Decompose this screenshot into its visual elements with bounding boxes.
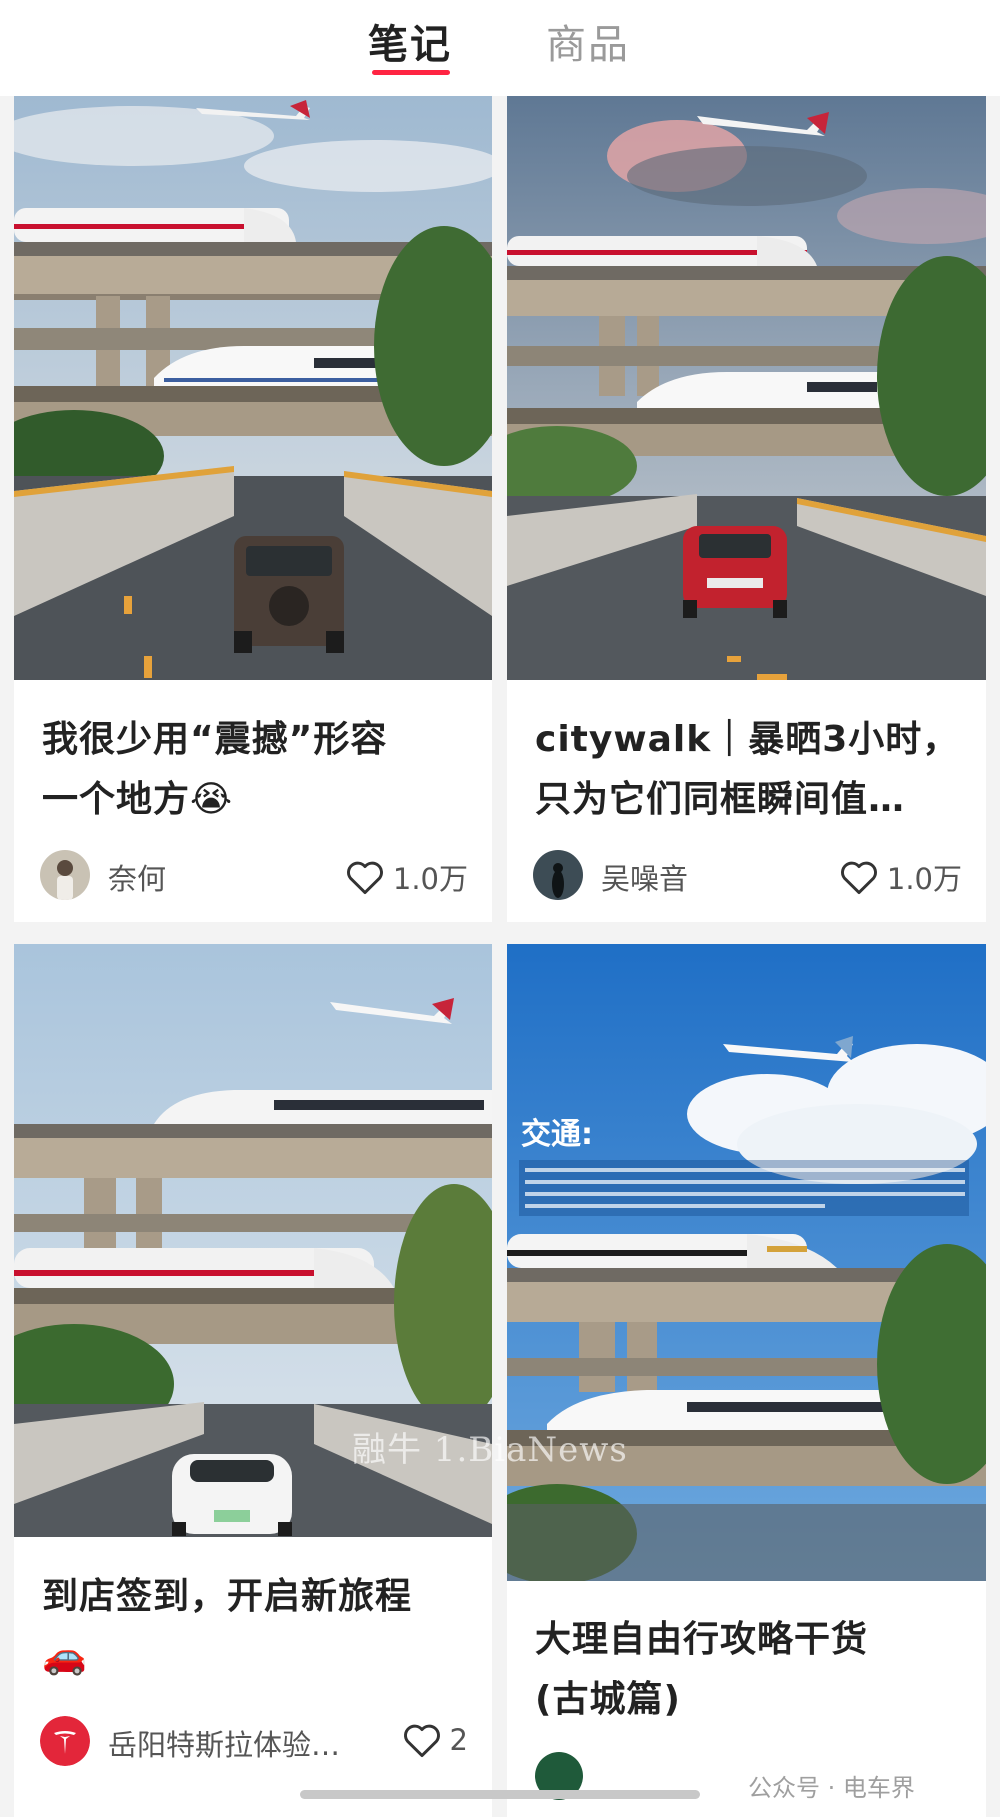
note-cover-image: 交通: [507, 944, 986, 1581]
note-cover-image [507, 96, 986, 680]
note-meta: 吴噪音 1.0万 [533, 848, 962, 902]
note-card[interactable]: 交通: 大理自由行攻略干货 (古城篇) [507, 944, 986, 1817]
note-title-line-2: 一个地方😭 [42, 779, 234, 820]
like-button[interactable]: 2 [402, 1722, 468, 1758]
heart-icon [840, 861, 877, 895]
author-name[interactable]: 吴噪音 [601, 856, 688, 898]
avatar[interactable] [40, 1716, 90, 1766]
note-title: 到店签到，开启新旅程 🚗 [42, 1567, 468, 1687]
account-watermark: 公众号 · 电车界 [748, 1774, 915, 1802]
note-title-line-1: citywalk｜暴晒3小时， [535, 719, 960, 760]
top-tab-bar: 笔记 商品 [0, 0, 1000, 96]
image-watermark: 融牛 1.BiaNews [352, 1430, 628, 1470]
active-tab-indicator [372, 70, 450, 75]
author-name[interactable]: 奈何 [108, 856, 166, 898]
note-title-line-2: 🚗 [42, 1636, 88, 1677]
tab-notes[interactable]: 笔记 [368, 12, 452, 70]
note-title-line-1: 大理自由行攻略干货 [535, 1619, 869, 1660]
home-indicator[interactable] [300, 1790, 700, 1799]
like-count: 1.0万 [886, 862, 962, 896]
note-card[interactable]: 我很少用“震撼”形容 一个地方😭 奈何 1.0万 [14, 96, 492, 922]
like-count: 1.0万 [392, 862, 468, 896]
avatar[interactable] [40, 850, 90, 900]
note-title: 我很少用“震撼”形容 一个地方😭 [42, 710, 468, 830]
note-title-line-1: 我很少用“震撼”形容 [42, 719, 388, 760]
heart-icon [403, 1724, 440, 1758]
note-title-line-2: (古城篇) [535, 1679, 681, 1720]
avatar[interactable] [533, 850, 583, 900]
note-card[interactable]: 到店签到，开启新旅程 🚗 岳阳特斯拉体验… 2 [14, 944, 492, 1817]
note-title-line-2: 只为它们同框瞬间值… [535, 779, 906, 820]
author-name[interactable]: 岳阳特斯拉体验… [108, 1722, 340, 1764]
tab-goods[interactable]: 商品 [546, 12, 630, 70]
note-meta: 奈何 1.0万 [40, 848, 468, 902]
note-title: citywalk｜暴晒3小时， 只为它们同框瞬间值… [535, 710, 962, 830]
note-meta: 岳阳特斯拉体验… 2 [40, 1714, 468, 1768]
note-title: 大理自由行攻略干货 (古城篇) [535, 1610, 962, 1730]
like-button[interactable]: 1.0万 [839, 856, 962, 898]
note-card[interactable]: citywalk｜暴晒3小时， 只为它们同框瞬间值… 吴噪音 1.0万 [507, 96, 986, 922]
heart-icon [346, 861, 383, 895]
like-count: 2 [449, 1723, 468, 1757]
note-title-line-1: 到店签到，开启新旅程 [42, 1576, 413, 1617]
note-cover-image [14, 96, 492, 680]
like-button[interactable]: 1.0万 [345, 856, 468, 898]
overlay-heading: 交通: [521, 1117, 593, 1152]
